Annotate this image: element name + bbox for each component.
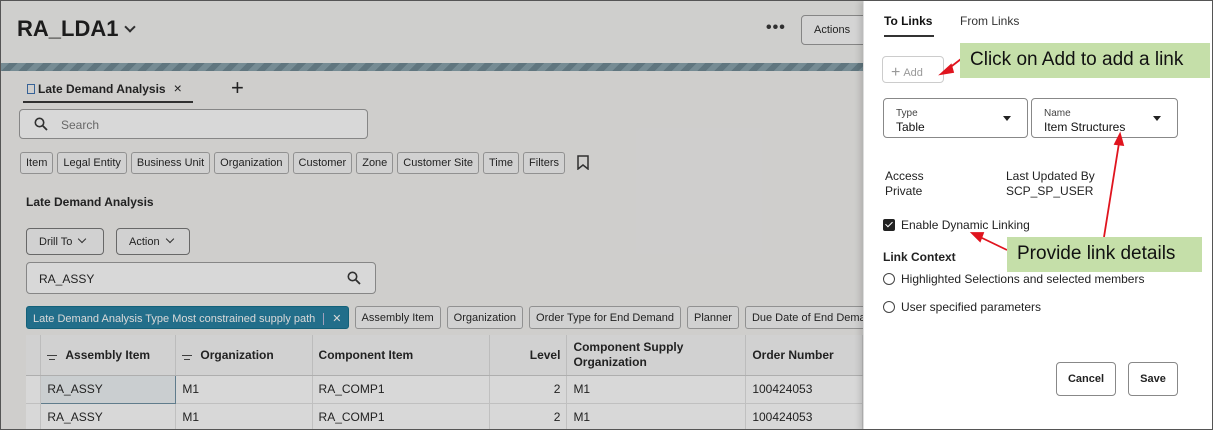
arrow-to-checkbox bbox=[979, 236, 1008, 251]
callout-add: Click on Add to add a link bbox=[960, 43, 1210, 78]
arrowhead-icon bbox=[969, 232, 985, 243]
arrow-to-name bbox=[1103, 142, 1120, 238]
arrowhead-icon bbox=[938, 63, 955, 76]
arrowhead-icon bbox=[1113, 131, 1125, 147]
callout-details: Provide link details bbox=[1007, 237, 1202, 272]
screenshot-frame: RA_LDA1 ••• Actions Late Demand Analysis… bbox=[0, 0, 1213, 430]
